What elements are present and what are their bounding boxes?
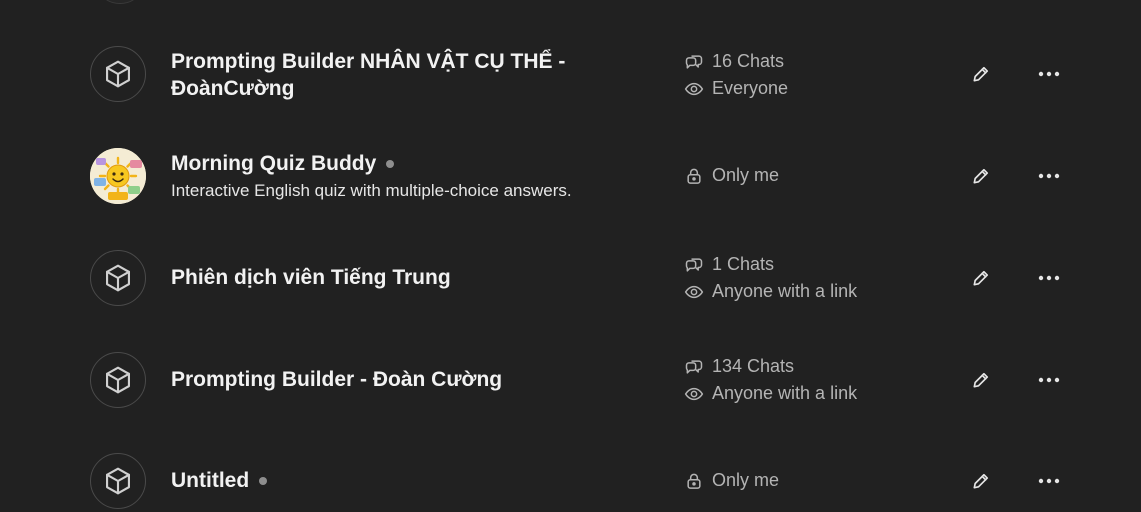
sun-quiz-image	[90, 148, 146, 204]
gpt-row[interactable]: Phiên dịch viên Tiếng Trung 1 Chats Anyo…	[0, 228, 1141, 328]
pencil-icon	[973, 168, 989, 184]
chat-bubbles-icon	[685, 359, 703, 374]
gpt-title[interactable]: Morning Quiz Buddy	[171, 152, 376, 175]
chats-count-text: 16 Chats	[712, 51, 785, 71]
cube-icon	[106, 366, 130, 394]
gpt-meta: Only me	[684, 162, 944, 189]
pencil-icon	[973, 270, 989, 286]
eye-icon	[684, 82, 704, 95]
cube-icon	[106, 60, 130, 88]
chats-count-text: 1 Chats	[712, 254, 775, 274]
gpt-meta: Only me	[684, 467, 944, 494]
visibility-text: Anyone with a link	[712, 383, 858, 403]
chats-count-text: 134 Chats	[712, 356, 795, 376]
eye-icon	[684, 387, 704, 400]
gpt-title-block: Phiên dịch viên Tiếng Trung	[171, 264, 641, 291]
visibility: Everyone	[684, 75, 944, 102]
gpt-title-block: Untitled	[171, 467, 641, 494]
pencil-icon	[973, 66, 989, 82]
gpt-title[interactable]: Prompting Builder - Đoàn Cường	[171, 368, 502, 391]
visibility-text: Anyone with a link	[712, 281, 858, 301]
gpt-avatar-image	[90, 148, 146, 204]
edit-button[interactable]	[965, 262, 997, 294]
gpt-row[interactable]: Prompting Builder NHÂN VẬT CỤ THỂ - Đoàn…	[0, 24, 1141, 124]
more-options-button[interactable]	[1033, 364, 1065, 396]
gpt-title-continued[interactable]: ĐoànCường	[171, 77, 294, 100]
chat-bubbles-icon	[685, 257, 703, 272]
gpt-avatar	[90, 46, 146, 102]
more-horizontal-icon	[1038, 478, 1060, 484]
gpt-meta: 134 Chats Anyone with a link	[684, 353, 944, 407]
chats-count: 134 Chats	[684, 353, 944, 380]
more-options-button[interactable]	[1033, 262, 1065, 294]
more-horizontal-icon	[1038, 275, 1060, 281]
edit-button[interactable]	[965, 160, 997, 192]
gpt-avatar	[90, 352, 146, 408]
more-horizontal-icon	[1038, 71, 1060, 77]
draft-status-dot	[259, 476, 268, 485]
gpt-meta: 16 Chats Everyone	[684, 48, 944, 102]
gpt-row[interactable]: Untitled Only me	[0, 431, 1141, 512]
chat-bubbles-icon	[685, 54, 703, 69]
more-horizontal-icon	[1038, 173, 1060, 179]
gpt-title-block: Prompting Builder NHÂN VẬT CỤ THỂ - Đoàn…	[171, 48, 641, 102]
gpt-row[interactable]: Morning Quiz Buddy Interactive English q…	[0, 126, 1141, 226]
visibility-text: Everyone	[712, 78, 789, 98]
visibility: Only me	[684, 467, 944, 494]
chats-count: 1 Chats	[684, 251, 944, 278]
edit-button[interactable]	[965, 465, 997, 497]
chats-count: 16 Chats	[684, 48, 944, 75]
gpt-avatar	[90, 453, 146, 509]
gpt-title-block: Morning Quiz Buddy Interactive English q…	[171, 150, 641, 202]
gpt-description: Interactive English quiz with multiple-c…	[171, 181, 572, 200]
visibility: Anyone with a link	[684, 380, 944, 407]
gpt-list: Prompting Builder NHÂN VẬT CỤ THỂ - Đoàn…	[0, 0, 1141, 512]
edit-button[interactable]	[965, 364, 997, 396]
eye-icon	[684, 285, 704, 298]
gpt-avatar	[90, 250, 146, 306]
visibility: Only me	[684, 162, 944, 189]
visibility-text: Only me	[712, 470, 780, 490]
lock-icon	[687, 168, 701, 184]
pencil-icon	[973, 473, 989, 489]
gpt-row[interactable]: Prompting Builder - Đoàn Cường 134 Chats…	[0, 330, 1141, 430]
edit-button[interactable]	[965, 58, 997, 90]
more-horizontal-icon	[1038, 377, 1060, 383]
gpt-title[interactable]: Phiên dịch viên Tiếng Trung	[171, 266, 451, 289]
more-options-button[interactable]	[1033, 160, 1065, 192]
visibility: Anyone with a link	[684, 278, 944, 305]
previous-item-avatar	[102, 0, 138, 4]
pencil-icon	[973, 372, 989, 388]
gpt-meta: 1 Chats Anyone with a link	[684, 251, 944, 305]
visibility-text: Only me	[712, 165, 780, 185]
lock-icon	[687, 473, 701, 489]
gpt-title[interactable]: Prompting Builder NHÂN VẬT CỤ THỂ -	[171, 50, 565, 73]
more-options-button[interactable]	[1033, 465, 1065, 497]
cube-icon	[106, 467, 130, 495]
gpt-title-block: Prompting Builder - Đoàn Cường	[171, 366, 641, 393]
more-options-button[interactable]	[1033, 58, 1065, 90]
draft-status-dot	[386, 159, 395, 168]
gpt-title[interactable]: Untitled	[171, 469, 249, 492]
cube-icon	[106, 264, 130, 292]
